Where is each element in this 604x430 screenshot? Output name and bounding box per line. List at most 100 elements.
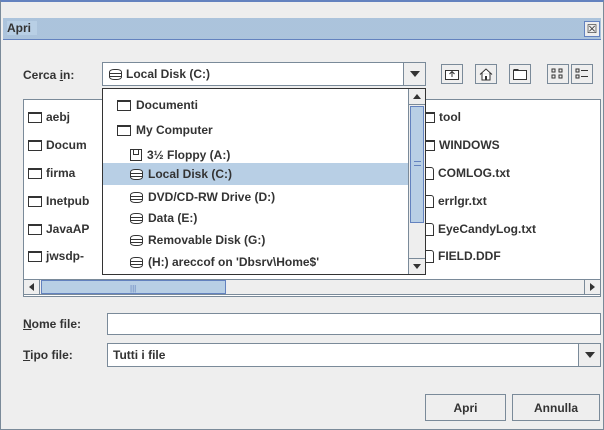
file-label: EyeCandyLog.txt (438, 222, 537, 236)
title-bar[interactable]: Apri ☒ (3, 18, 601, 40)
dropdown-item-label: 3½ Floppy (A:) (147, 148, 231, 162)
disk-icon (130, 191, 143, 203)
list-item[interactable]: JavaAP (28, 222, 102, 236)
chevron-left-icon (29, 283, 34, 291)
dropdown-item-label: My Computer (136, 123, 213, 137)
open-button[interactable]: Apri (425, 394, 506, 421)
list-item[interactable]: EyeCandyLog.txt (423, 222, 536, 236)
lookin-label-suffix: n: (63, 68, 75, 82)
lookin-label: Cerca in: (23, 68, 74, 82)
dropdown-item-label: Data (E:) (148, 211, 198, 225)
dropdown-item-label: (H:) areccof on 'Dbsrv\Home$' (148, 255, 320, 269)
dropdown-item-documenti[interactable]: Documenti (103, 94, 409, 116)
folder-icon (28, 167, 42, 179)
file-label: Inetpub (46, 194, 90, 208)
computer-icon (117, 124, 131, 136)
dropdown-item-label: Local Disk (C:) (148, 167, 233, 181)
file-label: jwsdp- (46, 249, 84, 263)
chevron-down-icon (409, 71, 420, 77)
list-item[interactable]: tool (421, 110, 461, 124)
lookin-combo-value: Local Disk (C:) (109, 67, 210, 81)
list-view-icon (551, 68, 563, 79)
home-button[interactable] (475, 64, 497, 84)
new-folder-icon (513, 69, 527, 80)
dropdown-item-removable[interactable]: Removable Disk (G:) (103, 229, 409, 251)
dropdown-item-network-drive[interactable]: (H:) areccof on 'Dbsrv\Home$' (103, 251, 409, 273)
dropdown-item-local-disk[interactable]: Local Disk (C:) (103, 163, 409, 185)
scroll-left-button[interactable] (24, 280, 40, 294)
details-view-button[interactable] (571, 64, 593, 84)
dropdown-item-dvd[interactable]: DVD/CD-RW Drive (D:) (103, 186, 409, 208)
scroll-right-button[interactable] (584, 280, 600, 294)
filetype-label: Tipo file: (23, 348, 73, 362)
list-item[interactable]: WINDOWS (421, 138, 500, 152)
folder-icon (28, 111, 42, 123)
list-item[interactable]: COMLOG.txt (423, 166, 510, 180)
grip-icon: ||| (130, 284, 137, 293)
scroll-thumb[interactable]: ||| (41, 280, 226, 294)
disk-icon (130, 234, 143, 246)
scroll-down-button[interactable] (409, 258, 425, 274)
file-chooser-dialog: Apri ☒ Cerca in: Local Disk (C:) aebj Do… (0, 0, 604, 430)
grip-icon (414, 161, 421, 166)
file-label: aebj (46, 110, 71, 124)
filetype-dropdown-arrow[interactable] (578, 344, 600, 366)
lookin-label-prefix: Cerca (23, 68, 60, 82)
chevron-down-icon (413, 264, 421, 269)
file-label: WINDOWS (439, 138, 500, 152)
up-one-level-button[interactable] (441, 64, 463, 84)
horizontal-scrollbar[interactable]: ||| (23, 279, 601, 295)
file-label: tool (439, 110, 461, 124)
cancel-button[interactable]: Annulla (512, 394, 600, 421)
file-label: firma (46, 166, 76, 180)
new-folder-button[interactable] (509, 64, 531, 84)
list-item[interactable]: jwsdp- (28, 249, 102, 263)
file-label: FIELD.DDF (438, 249, 501, 263)
details-view-icon (575, 68, 588, 79)
list-item[interactable]: Docum (28, 138, 102, 152)
folder-icon (28, 195, 42, 207)
filename-label-mnemonic: N (23, 317, 32, 331)
lookin-dropdown-list[interactable]: Documenti My Computer 3½ Floppy (A:) Loc… (102, 88, 426, 275)
lookin-combo[interactable]: Local Disk (C:) (102, 62, 426, 86)
disk-icon (130, 212, 143, 224)
lookin-selected-label: Local Disk (C:) (126, 67, 211, 81)
dropdown-item-label: Removable Disk (G:) (148, 233, 266, 247)
scroll-up-button[interactable] (409, 89, 425, 105)
list-item[interactable]: errlgr.txt (423, 194, 487, 208)
file-label: Docum (46, 138, 87, 152)
folder-icon (117, 99, 131, 111)
file-label: COMLOG.txt (438, 166, 510, 180)
list-item[interactable]: FIELD.DDF (423, 249, 501, 263)
window-title: Apri (7, 21, 37, 35)
vertical-scrollbar[interactable] (408, 89, 425, 274)
file-label: errlgr.txt (438, 194, 487, 208)
dropdown-item-data[interactable]: Data (E:) (103, 207, 409, 229)
home-icon (479, 67, 493, 80)
up-folder-icon (445, 70, 459, 80)
dropdown-item-my-computer[interactable]: My Computer (103, 119, 409, 141)
filename-label-rest: ome file: (31, 317, 82, 331)
dropdown-item-label: Documenti (136, 98, 199, 112)
folder-icon (28, 223, 42, 235)
folder-icon (28, 250, 42, 262)
close-button[interactable]: ☒ (584, 21, 600, 37)
chevron-up-icon (413, 94, 421, 99)
disk-icon (130, 168, 143, 180)
disk-icon (109, 68, 122, 80)
scroll-thumb[interactable] (410, 106, 424, 223)
chevron-down-icon (584, 352, 595, 358)
list-item[interactable]: firma (28, 166, 102, 180)
list-item[interactable]: Inetpub (28, 194, 102, 208)
filename-input[interactable] (107, 313, 601, 335)
filetype-selected-label: Tutti i file (113, 348, 166, 362)
folder-icon (28, 139, 42, 151)
chevron-right-icon (590, 283, 595, 291)
filetype-label-rest: ipo file: (30, 348, 73, 362)
list-item[interactable]: aebj (28, 110, 102, 124)
dropdown-item-label: DVD/CD-RW Drive (D:) (148, 190, 276, 204)
list-view-button[interactable] (547, 64, 569, 84)
lookin-dropdown-arrow[interactable] (403, 63, 425, 85)
filetype-combo[interactable]: Tutti i file (107, 343, 601, 367)
floppy-icon (130, 149, 142, 161)
